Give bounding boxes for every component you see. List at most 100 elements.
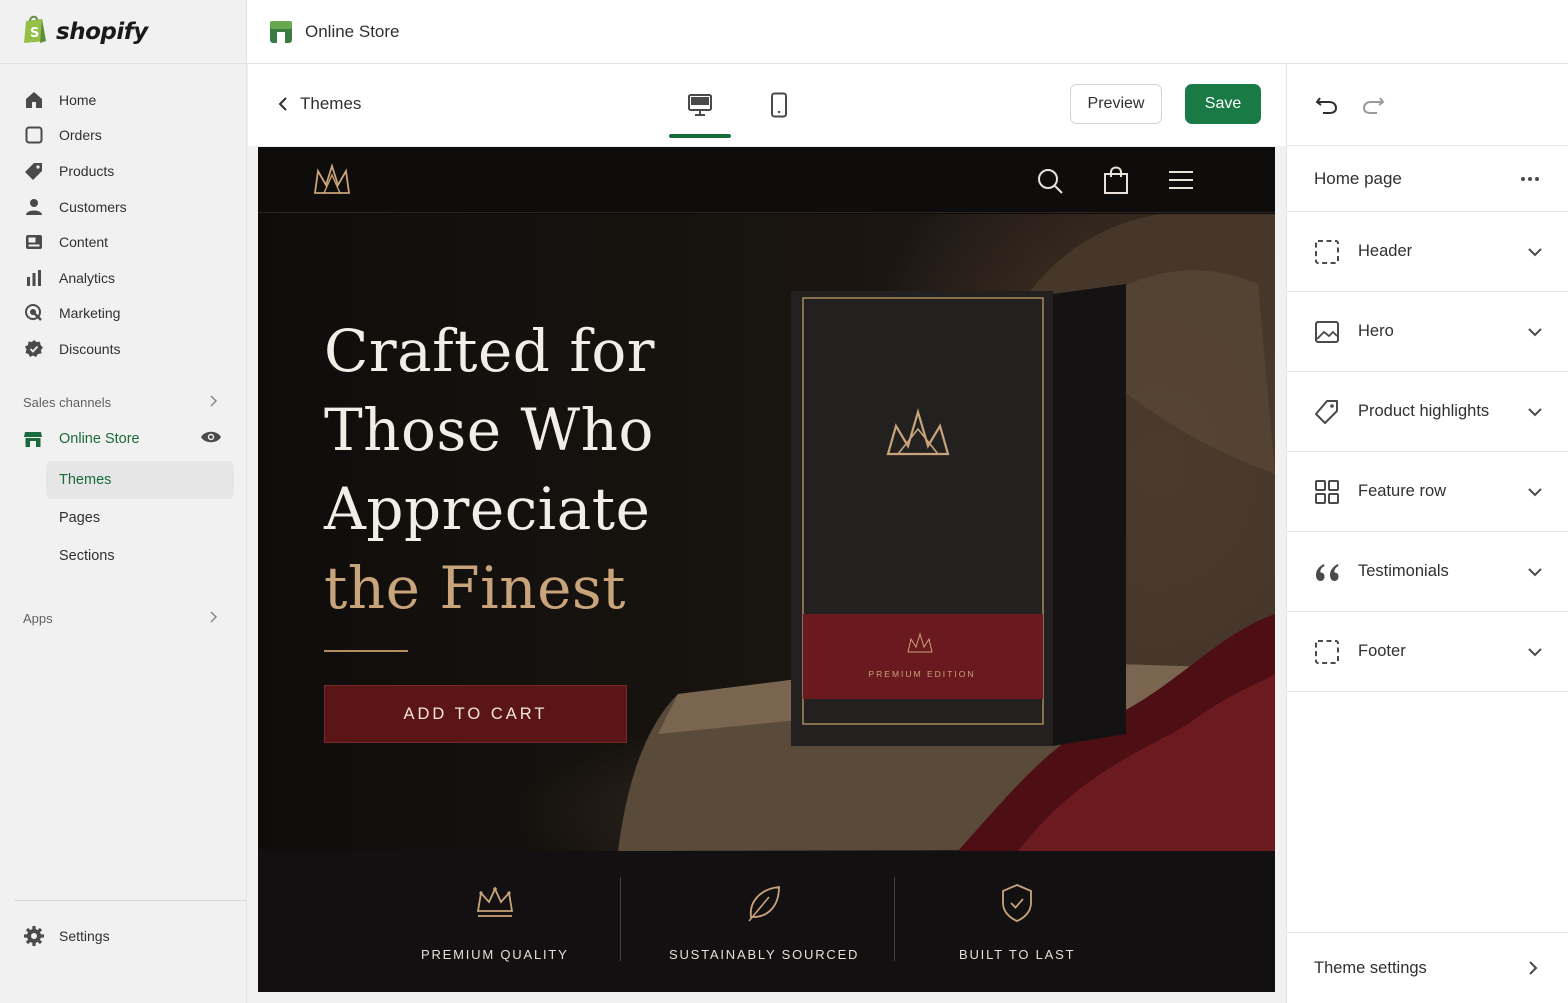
back-label: Themes [300, 94, 362, 113]
redo-icon[interactable] [1361, 94, 1385, 116]
gear-icon [23, 925, 45, 947]
nav-content-label: Content [59, 234, 109, 251]
settings-label: Settings [59, 927, 110, 944]
sections-panel: Home page Header Hero Product highlights… [1286, 64, 1568, 1003]
hero-title-line: Appreciate [324, 475, 651, 543]
section-label: Footer [1358, 642, 1406, 660]
theme-settings-row[interactable]: Theme settings [1287, 932, 1568, 1003]
person-icon [23, 196, 45, 218]
nav-discounts[interactable]: Discounts [0, 331, 246, 367]
mobile-view-button[interactable] [748, 88, 810, 140]
hero-divider [324, 650, 408, 652]
sub-item-pages[interactable]: Pages [0, 499, 246, 537]
feature-item: SUSTAINABLY SOURCED [669, 881, 859, 962]
home-icon [23, 89, 45, 111]
sales-channels-label: Sales channels [23, 395, 112, 411]
brand-name: shopify [56, 18, 148, 45]
storefront-preview: PREMIUM EDITION Crafted for Those Who Ap… [258, 147, 1275, 992]
back-to-themes[interactable]: Themes [278, 94, 361, 114]
hero-title-line: Crafted for [324, 317, 655, 385]
editor-toolbar: Themes Preview Save [248, 64, 1286, 146]
nav-orders[interactable]: Orders [0, 118, 246, 154]
sub-item-sections[interactable]: Sections [0, 537, 246, 575]
product-box-label: PREMIUM EDITION [868, 669, 976, 679]
nav-marketing-label: Marketing [59, 305, 121, 322]
store-header [258, 147, 1275, 213]
page-selector-label: Home page [1314, 168, 1402, 188]
shopify-bag-icon: S [20, 13, 50, 50]
nav-marketing[interactable]: Marketing [0, 296, 246, 332]
chevron-down-icon [1528, 567, 1542, 577]
sub-item-themes[interactable]: Themes [46, 460, 234, 499]
hamburger-menu-icon[interactable] [1168, 169, 1194, 191]
search-icon[interactable] [1036, 167, 1064, 195]
nav-analytics[interactable]: Analytics [0, 260, 246, 296]
feature-row: PREMIUM QUALITY SUSTAINABLY SOURCED BUIL… [258, 851, 1275, 992]
tag-outline-icon [1314, 399, 1340, 425]
grid-icon [1314, 479, 1340, 505]
nav-home[interactable]: Home [0, 82, 246, 118]
target-icon [23, 302, 45, 324]
section-header[interactable]: Header [1287, 212, 1568, 292]
desktop-view-button[interactable] [669, 88, 731, 140]
tag-icon [23, 160, 45, 182]
nav-analytics-label: Analytics [59, 269, 116, 286]
section-footer[interactable]: Footer [1287, 612, 1568, 692]
history-controls [1287, 64, 1568, 146]
chevron-down-icon [1528, 647, 1542, 657]
eye-icon[interactable] [200, 430, 222, 448]
add-to-cart-button[interactable]: ADD TO CART [324, 685, 627, 743]
main-nav: Home Orders Products Customers Content A… [0, 64, 246, 367]
undo-icon[interactable] [1315, 94, 1339, 116]
shield-check-icon [1000, 881, 1034, 925]
nav-content[interactable]: Content [0, 224, 246, 260]
section-hero[interactable]: Hero [1287, 292, 1568, 372]
dashed-square-icon [1314, 639, 1340, 665]
apps-header[interactable]: Apps [0, 609, 246, 629]
nav-online-store[interactable]: Online Store [0, 421, 246, 457]
nav-settings[interactable]: Settings [14, 900, 246, 970]
section-feature-row[interactable]: Feature row [1287, 452, 1568, 532]
crown-logo-icon[interactable] [312, 163, 352, 199]
feature-item: BUILT TO LAST [959, 881, 1075, 962]
chevron-right-icon [208, 611, 218, 626]
sales-channels-header[interactable]: Sales channels [0, 393, 246, 413]
theme-settings-label: Theme settings [1314, 958, 1427, 977]
chevron-down-icon [1528, 407, 1542, 417]
chevron-right-icon [1528, 961, 1538, 975]
nav-customers[interactable]: Customers [0, 189, 246, 225]
feature-label: BUILT TO LAST [959, 947, 1076, 962]
feature-divider [894, 877, 895, 961]
orders-icon [23, 124, 45, 146]
svg-text:S: S [30, 26, 39, 41]
hero-section: PREMIUM EDITION Crafted for Those Who Ap… [258, 214, 1275, 851]
feature-label: PREMIUM QUALITY [421, 947, 569, 962]
preview-button[interactable]: Preview [1070, 84, 1162, 124]
top-bar: Online Store [247, 0, 1568, 64]
crown-icon [474, 881, 516, 925]
store-icon [23, 429, 45, 449]
chevron-down-icon [1528, 487, 1542, 497]
nav-products-label: Products [59, 162, 115, 179]
nav-orders-label: Orders [59, 127, 102, 144]
online-store-label: Online Store [59, 430, 140, 447]
admin-sidebar: S shopify Home Orders Products Customers… [0, 0, 247, 1003]
section-testimonials[interactable]: Testimonials [1287, 532, 1568, 612]
section-label: Header [1358, 242, 1413, 260]
chevron-down-icon [1528, 247, 1542, 257]
section-label: Product highlights [1358, 402, 1490, 420]
more-options-icon[interactable] [1520, 176, 1540, 182]
nav-discounts-label: Discounts [59, 340, 121, 357]
chevron-left-icon [278, 96, 288, 112]
desktop-icon [687, 92, 713, 140]
page-selector[interactable]: Home page [1287, 146, 1568, 212]
section-product-highlights[interactable]: Product highlights [1287, 372, 1568, 452]
nav-products[interactable]: Products [0, 153, 246, 189]
quote-icon [1314, 559, 1340, 585]
brand[interactable]: S shopify [0, 0, 246, 64]
nav-home-label: Home [59, 91, 97, 108]
shopping-bag-icon[interactable] [1102, 165, 1130, 195]
content-icon [23, 231, 45, 253]
apps-label: Apps [23, 611, 53, 627]
save-button[interactable]: Save [1185, 84, 1261, 124]
